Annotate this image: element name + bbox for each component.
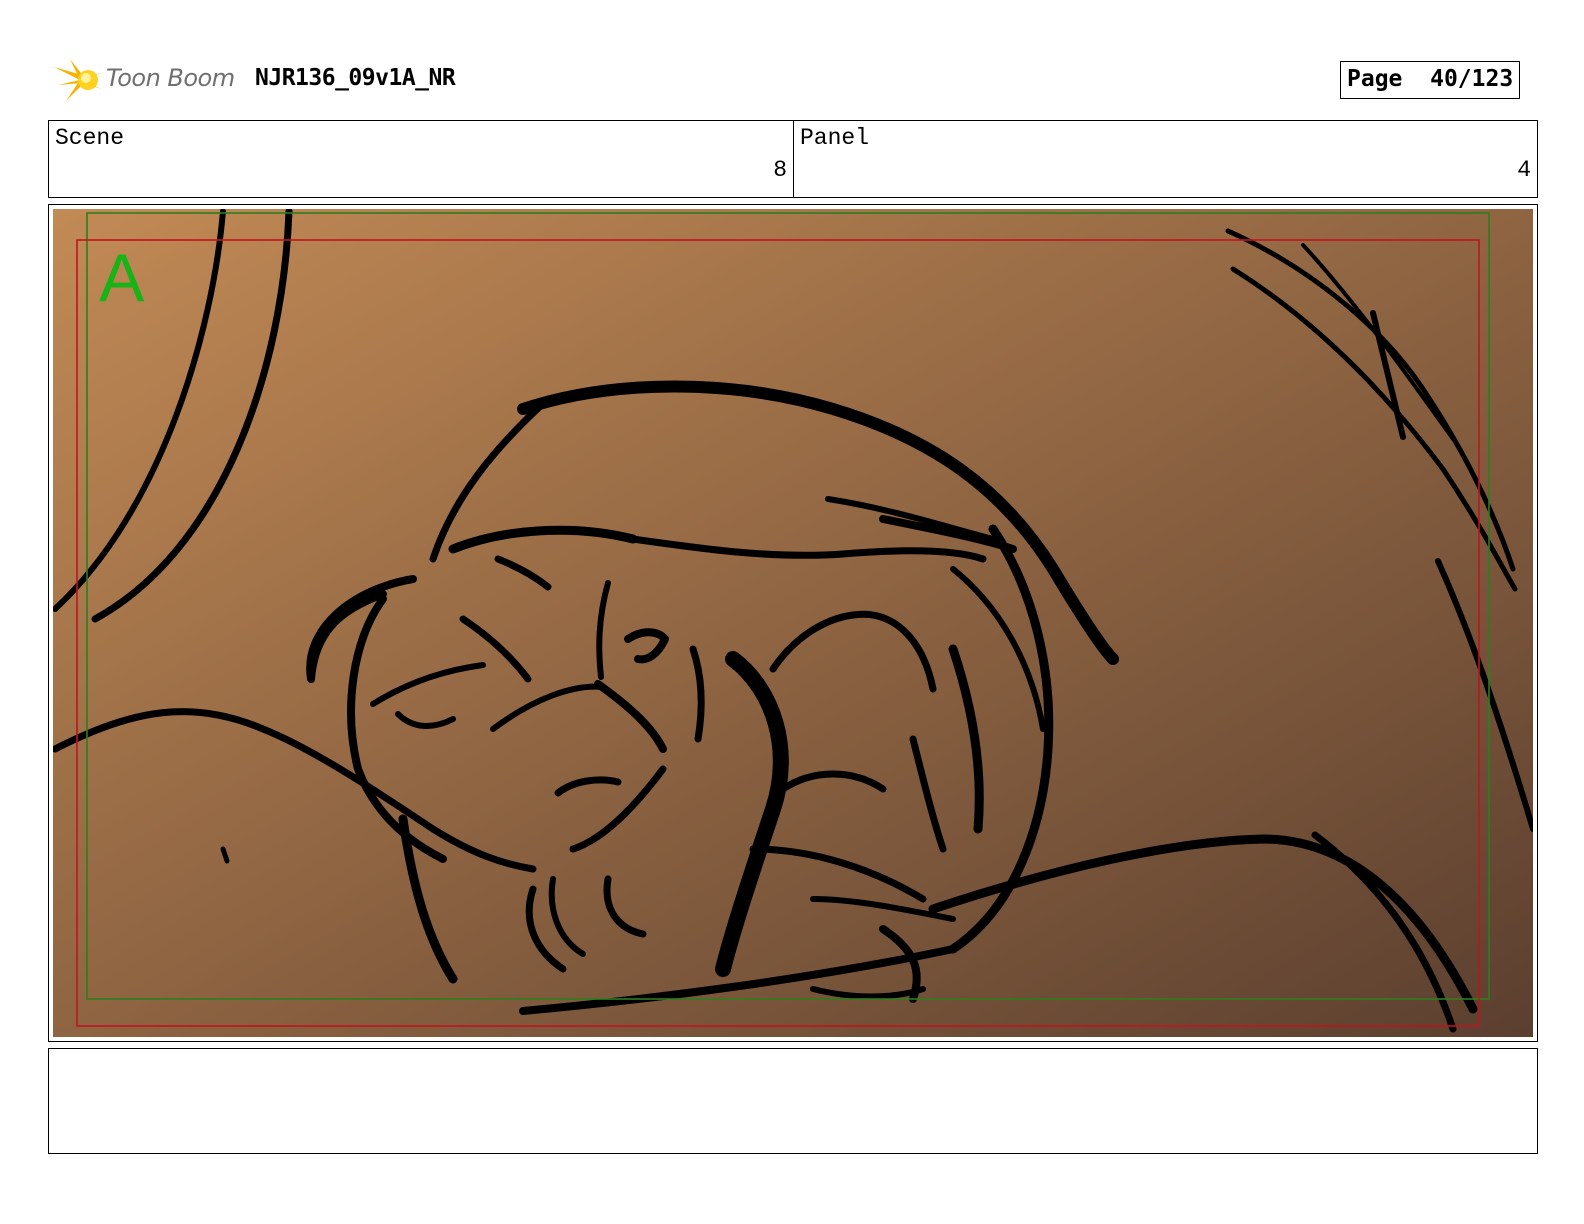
panel-artwork: A: [53, 209, 1533, 1037]
page-indicator: Page 40/123: [1340, 61, 1520, 99]
page-number: 40/123: [1430, 66, 1514, 92]
toon-boom-logo: Toon Boom: [52, 55, 242, 105]
storyboard-header: Toon Boom NJR136_09v1A_NR Page 40/123: [50, 55, 1540, 105]
scene-label: Scene: [55, 125, 125, 151]
panel-image-frame: A: [48, 204, 1538, 1042]
sketch-drawing: A: [53, 209, 1533, 1037]
scene-panel-info: Scene 8 Panel 4: [48, 120, 1538, 198]
project-title: NJR136_09v1A_NR: [255, 65, 456, 91]
panel-label: Panel: [800, 125, 870, 151]
page-label: Page: [1347, 66, 1403, 92]
starburst-icon: [54, 59, 102, 101]
panel-notes-box: [48, 1048, 1538, 1154]
logo-text: Toon Boom: [106, 64, 235, 92]
scene-cell: Scene 8: [49, 121, 794, 197]
scene-number: 8: [773, 157, 787, 183]
panel-number: 4: [1517, 157, 1531, 183]
safe-area-letter: A: [99, 240, 145, 316]
panel-cell: Panel 4: [794, 121, 1537, 197]
